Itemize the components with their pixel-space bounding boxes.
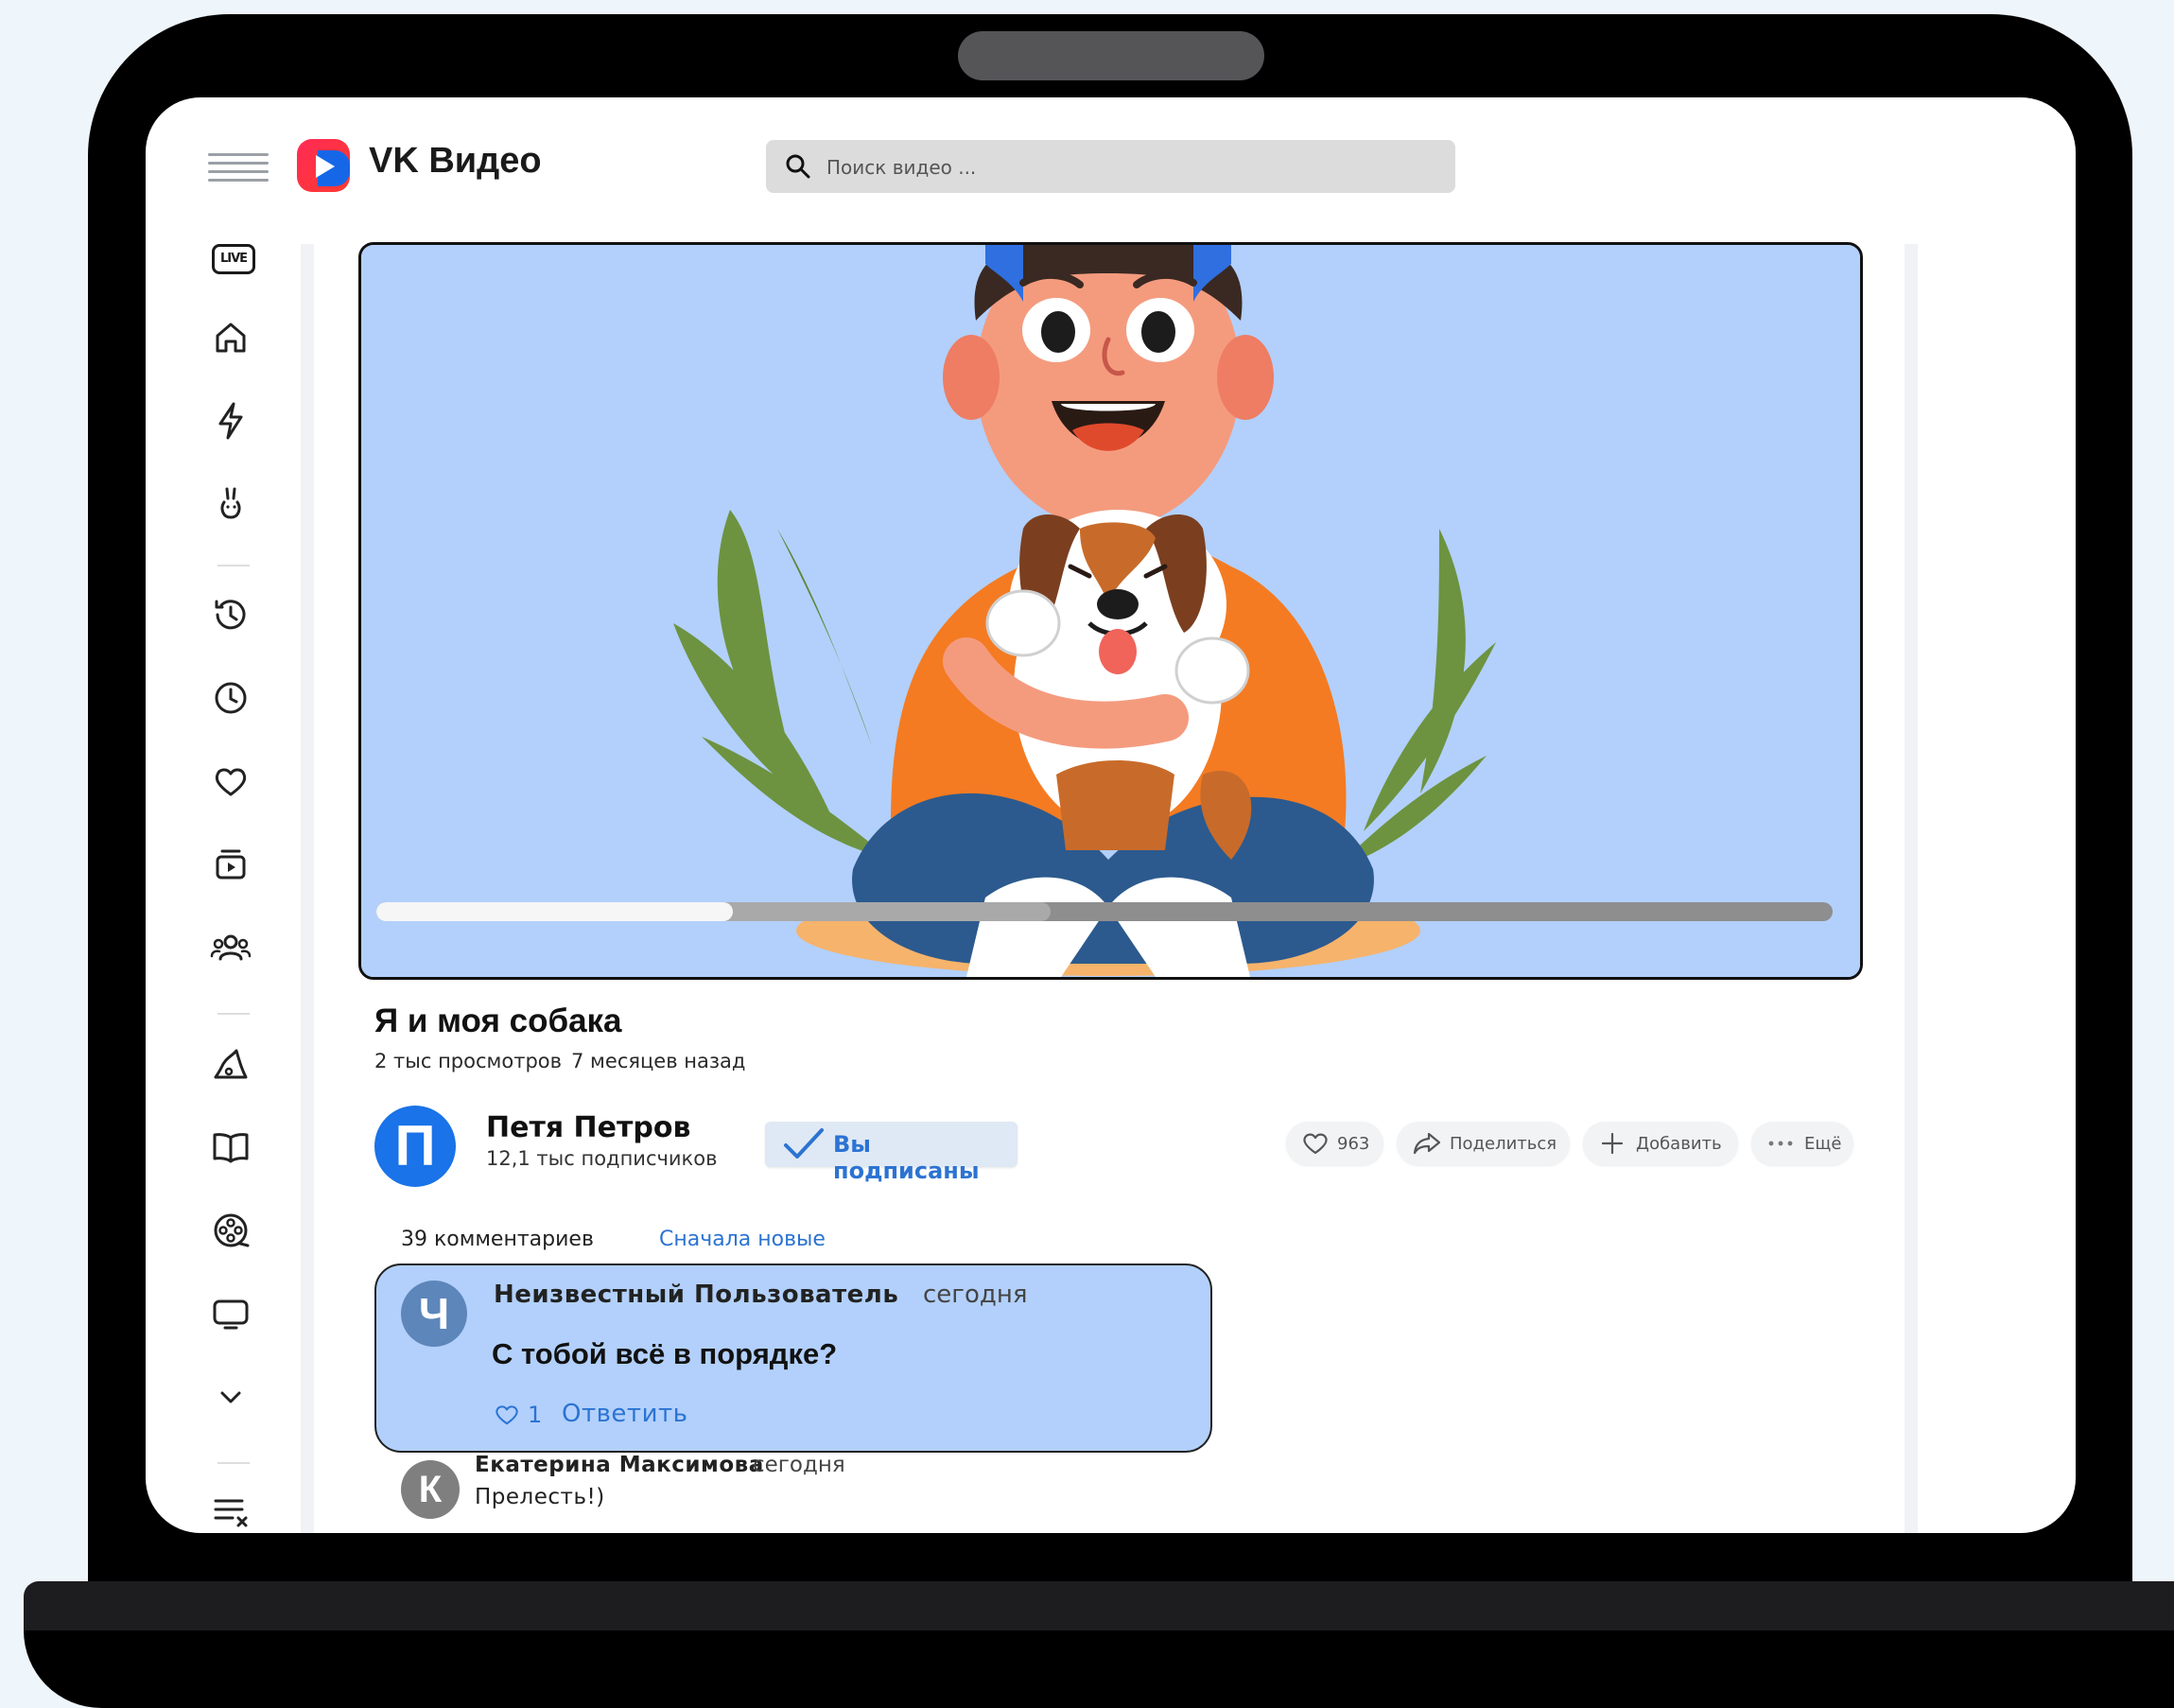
- list-close-icon[interactable]: [208, 1490, 253, 1533]
- add-label: Добавить: [1636, 1134, 1722, 1154]
- more-dots-icon: [1768, 1141, 1793, 1146]
- users-icon[interactable]: [208, 925, 253, 970]
- comments-count: 39 комментариев: [401, 1228, 594, 1251]
- chevron-down-icon[interactable]: [208, 1374, 253, 1420]
- clock-icon[interactable]: [208, 675, 253, 721]
- more-label: Ещё: [1804, 1134, 1842, 1154]
- search-icon: [786, 154, 810, 179]
- book-icon[interactable]: [208, 1124, 253, 1170]
- tv-icon[interactable]: [208, 1291, 253, 1336]
- comment-reply-button[interactable]: Ответить: [562, 1400, 687, 1428]
- laptop-camera: [958, 31, 1264, 80]
- live-icon[interactable]: LIVE: [212, 244, 255, 274]
- vk-video-logo-icon[interactable]: [297, 139, 350, 192]
- video-views: 2 тыс просмотров: [374, 1050, 563, 1072]
- sidebar-divider: [217, 1462, 250, 1464]
- heart-outline-icon: [1303, 1133, 1328, 1155]
- film-reel-icon[interactable]: [208, 1208, 253, 1253]
- video-progress-fill: [376, 902, 734, 921]
- sidebar-divider: [217, 565, 250, 566]
- channel-avatar[interactable]: П: [374, 1106, 456, 1187]
- comments-sort-toggle[interactable]: Сначала новые: [659, 1228, 826, 1251]
- share-icon: [1413, 1132, 1441, 1155]
- channel-name[interactable]: Петя Петров: [486, 1111, 690, 1144]
- video-progress-bar[interactable]: [376, 902, 1833, 921]
- comment-avatar[interactable]: К: [401, 1460, 460, 1519]
- menu-burger-icon[interactable]: [208, 150, 269, 184]
- content-frame-right: [1904, 244, 1918, 1533]
- share-button[interactable]: Поделиться: [1397, 1122, 1570, 1165]
- video-published: 7 месяцев назад: [571, 1050, 746, 1072]
- search-input[interactable]: [825, 149, 1434, 185]
- like-button[interactable]: 963: [1286, 1122, 1383, 1165]
- comment-like-icon[interactable]: [494, 1403, 520, 1426]
- comment-highlighted: Ч Неизвестный Пользователь сегодня С тоб…: [374, 1264, 1212, 1453]
- comment-author[interactable]: Неизвестный Пользователь: [494, 1281, 898, 1309]
- comment-avatar[interactable]: Ч: [401, 1281, 467, 1347]
- comment-text: С тобой всё в порядке?: [492, 1337, 838, 1370]
- logo-text[interactable]: VK Видео: [369, 141, 542, 182]
- subscribed-button[interactable]: Вы подписаны: [765, 1122, 1017, 1184]
- heart-icon[interactable]: [208, 758, 253, 804]
- video-library-icon[interactable]: [208, 842, 253, 887]
- comment-author[interactable]: Екатерина Максимова: [475, 1453, 764, 1477]
- checkmark-icon: [784, 1128, 824, 1159]
- laptop-base: [24, 1630, 2174, 1708]
- comment-time: сегодня: [923, 1281, 1028, 1309]
- like-count: 963: [1337, 1134, 1370, 1154]
- comment-time: сегодня: [753, 1453, 845, 1477]
- content-frame-left: [301, 244, 314, 1533]
- history-icon[interactable]: [208, 592, 253, 637]
- lightning-icon[interactable]: [208, 398, 253, 444]
- hand-emoji-icon[interactable]: [208, 481, 253, 527]
- video-stats: 2 тыс просмотров 7 месяцев назад: [374, 1050, 755, 1072]
- comment-like-count: 1: [528, 1402, 543, 1428]
- more-button[interactable]: Ещё: [1751, 1122, 1853, 1165]
- plus-icon: [1601, 1132, 1624, 1155]
- home-icon[interactable]: [208, 315, 253, 360]
- magic-hat-icon[interactable]: [208, 1041, 253, 1087]
- video-title: Я и моя собака: [374, 1002, 622, 1039]
- subscribed-label: Вы подписаны: [833, 1131, 980, 1184]
- comment-text: Прелесть!): [475, 1485, 605, 1509]
- app-window: VK Видео LIVE: [146, 97, 2076, 1533]
- video-thumbnail: [361, 245, 1860, 977]
- add-button[interactable]: Добавить: [1583, 1122, 1738, 1165]
- share-label: Поделиться: [1450, 1134, 1557, 1154]
- laptop-base-edge: [24, 1581, 2174, 1630]
- channel-subscribers: 12,1 тыс подписчиков: [486, 1147, 718, 1170]
- search-bar[interactable]: [766, 140, 1455, 193]
- sidebar-divider: [217, 1013, 250, 1015]
- video-player[interactable]: [358, 242, 1863, 980]
